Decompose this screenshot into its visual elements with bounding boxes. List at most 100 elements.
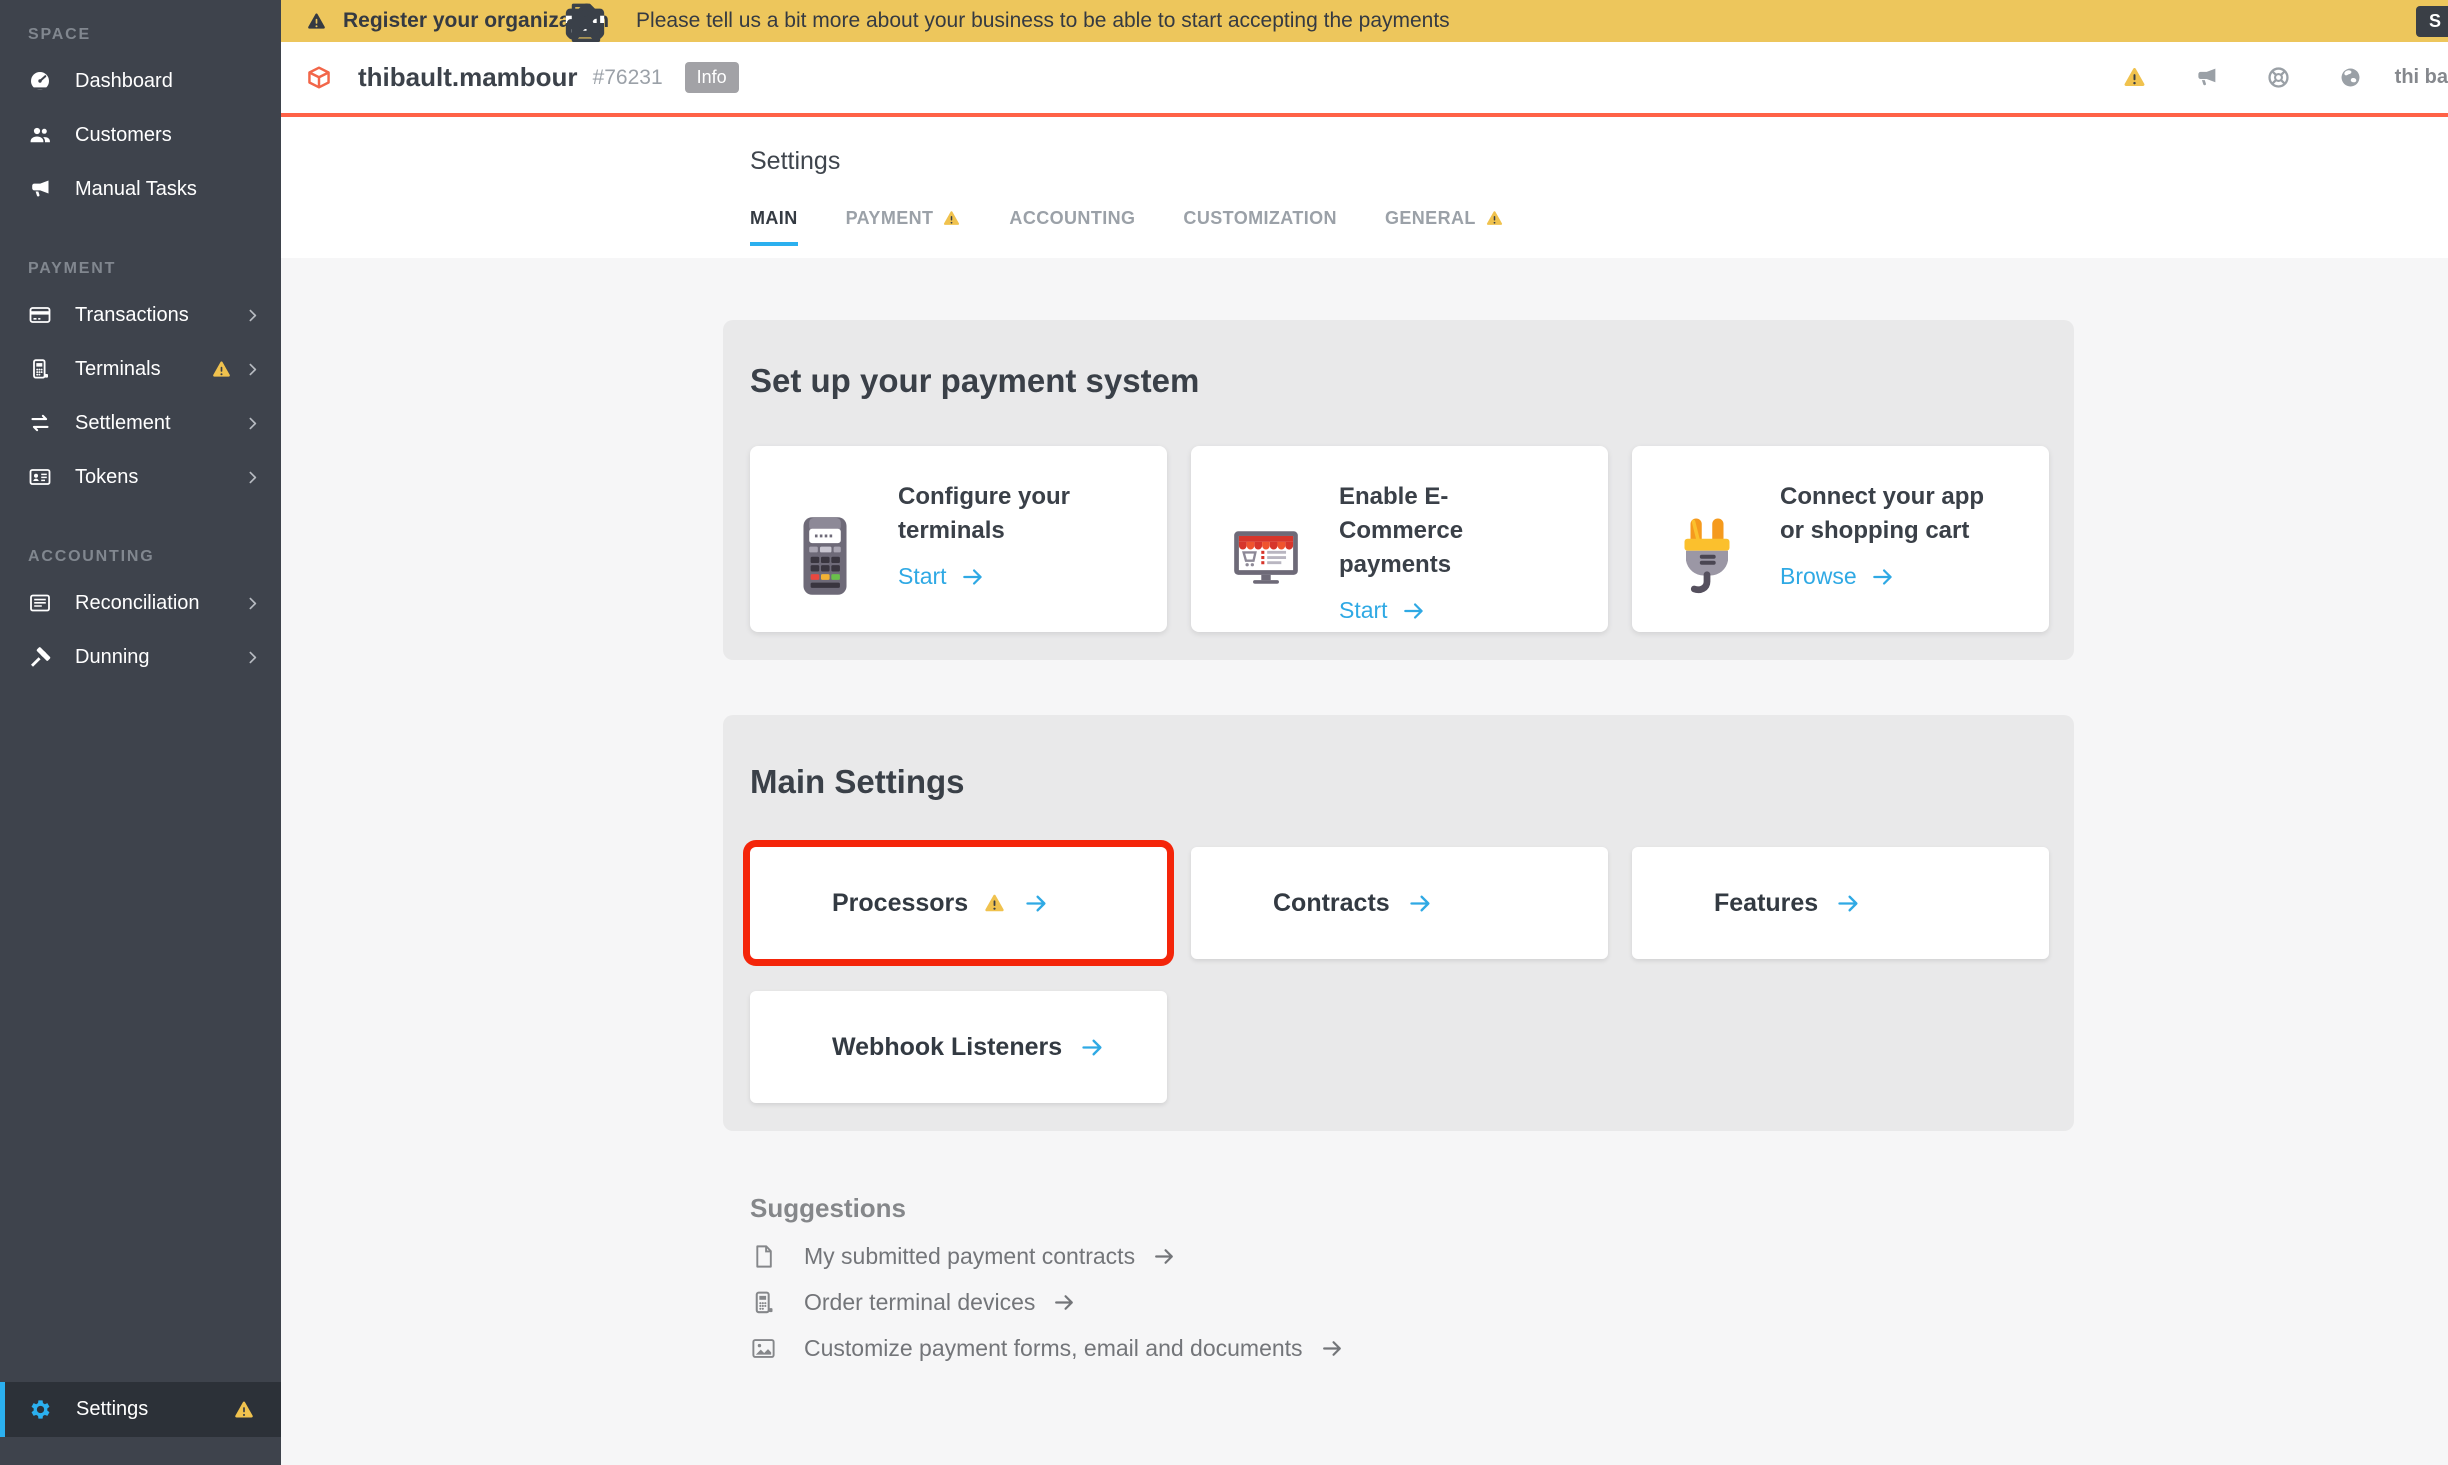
suggestion-order-terminals[interactable]: Order terminal devices	[750, 1289, 2448, 1316]
sidebar-item-reconciliation[interactable]: Reconciliation	[0, 576, 281, 630]
megaphone-icon[interactable]	[2194, 65, 2219, 90]
chevron-right-icon	[244, 361, 261, 378]
sidebar-item-terminals[interactable]: Terminals	[0, 342, 281, 396]
shop-monitor-illustration	[1233, 480, 1299, 632]
webhook-icon	[562, 0, 608, 46]
sidebar-item-customers[interactable]: Customers	[0, 108, 281, 162]
sidebar-section-accounting: ACCOUNTING	[28, 548, 281, 566]
arrow-right-icon	[1079, 1034, 1106, 1061]
sidebar-item-settings[interactable]: Settings	[0, 1382, 281, 1437]
page-content: Set up your payment system Configure you…	[281, 258, 2448, 1362]
sidebar-section-payment: PAYMENT	[28, 260, 281, 278]
card-processors[interactable]: Processors	[750, 847, 1167, 959]
card-title: Configure your terminals	[898, 480, 1128, 548]
sidebar-item-manual-tasks[interactable]: Manual Tasks	[0, 162, 281, 216]
sidebar-item-settlement[interactable]: Settlement	[0, 396, 281, 450]
link-label: Start	[898, 563, 947, 590]
arrow-right-icon	[960, 564, 986, 590]
card-connect-app[interactable]: Connect your app or shopping cart Browse	[1632, 446, 2049, 632]
terminal-icon	[750, 1289, 777, 1316]
card-webhook-listeners[interactable]: Webhook Listeners	[750, 991, 1167, 1103]
app-header: thibault.mambour #76231 Info thi ba	[281, 42, 2448, 113]
info-badge[interactable]: Info	[685, 62, 739, 93]
card-enable-ecommerce[interactable]: Enable E-Commerce payments Start	[1191, 446, 1608, 632]
warning-icon[interactable]	[2122, 65, 2147, 90]
warning-icon	[306, 11, 327, 32]
sidebar-item-transactions[interactable]: Transactions	[0, 288, 281, 342]
warning-icon	[211, 359, 232, 380]
sidebar: SPACE Dashboard Customers Manual Tasks P…	[0, 0, 281, 1465]
warning-icon	[942, 209, 961, 228]
gavel-icon	[28, 645, 52, 669]
card-label: Features	[1714, 889, 1818, 918]
main-settings-panel: Main Settings Processors Contracts Featu…	[723, 715, 2074, 1131]
people-icon	[28, 123, 52, 147]
chevron-right-icon	[244, 595, 261, 612]
link-label: Browse	[1780, 563, 1857, 590]
transfer-arrows-icon	[28, 411, 52, 435]
power-plug-illustration	[1674, 480, 1740, 632]
tab-general[interactable]: GENERAL	[1385, 208, 1504, 246]
card-label: Webhook Listeners	[832, 1033, 1062, 1062]
banner-start-button[interactable]: S	[2416, 6, 2448, 37]
chevron-right-icon	[244, 307, 261, 324]
credit-card-icon	[28, 303, 52, 327]
tab-main[interactable]: MAIN	[750, 208, 798, 246]
settings-tabs: MAIN PAYMENT ACCOUNTING CUSTOMIZATION GE…	[750, 208, 2448, 246]
arrow-right-icon	[1407, 890, 1434, 917]
suggestion-label: My submitted payment contracts	[804, 1243, 1135, 1270]
gauge-icon	[28, 69, 52, 93]
sidebar-item-label: Settlement	[75, 412, 171, 435]
card-label: Processors	[832, 889, 968, 918]
chevron-right-icon	[244, 649, 261, 666]
section-title: Main Settings	[750, 763, 2074, 801]
sidebar-item-label: Transactions	[75, 304, 189, 327]
tab-payment[interactable]: PAYMENT	[846, 208, 962, 246]
sidebar-item-label: Dashboard	[75, 70, 173, 93]
account-id: #76231	[593, 66, 663, 90]
sidebar-item-dunning[interactable]: Dunning	[0, 630, 281, 684]
warning-icon	[233, 1399, 255, 1421]
arrow-right-icon	[1870, 564, 1896, 590]
banner-message: Please tell us a bit more about your bus…	[636, 9, 1450, 33]
card-configure-terminals[interactable]: Configure your terminals Start	[750, 446, 1167, 632]
tab-label: CUSTOMIZATION	[1183, 208, 1337, 229]
sidebar-item-dashboard[interactable]: Dashboard	[0, 54, 281, 108]
page-icon	[750, 1243, 777, 1270]
sidebar-item-label: Terminals	[75, 358, 161, 381]
suggestion-submitted-contracts[interactable]: My submitted payment contracts	[750, 1243, 2448, 1270]
arrow-right-icon	[1023, 890, 1050, 917]
card-features[interactable]: Features	[1632, 847, 2049, 959]
globe-icon[interactable]	[2338, 65, 2363, 90]
user-label[interactable]: thi ba	[2395, 66, 2448, 89]
lifebuoy-icon[interactable]	[2266, 65, 2291, 90]
browse-link[interactable]: Browse	[1780, 563, 2010, 590]
page-title: Settings	[750, 147, 2448, 176]
arrow-right-icon	[1052, 1290, 1077, 1315]
suggestion-customize-forms[interactable]: Customize payment forms, email and docum…	[750, 1335, 2448, 1362]
main-area: Register your organization Please tell u…	[281, 0, 2448, 1465]
tab-label: ACCOUNTING	[1009, 208, 1135, 229]
pos-terminal-illustration	[792, 480, 858, 632]
suggestion-label: Customize payment forms, email and docum…	[804, 1335, 1303, 1362]
tab-customization[interactable]: CUSTOMIZATION	[1183, 208, 1337, 246]
sidebar-item-tokens[interactable]: Tokens	[0, 450, 281, 504]
card-label: Contracts	[1273, 889, 1390, 918]
warning-icon	[1485, 209, 1504, 228]
setup-payment-panel: Set up your payment system Configure you…	[723, 320, 2074, 660]
start-link[interactable]: Start	[898, 563, 1128, 590]
card-contracts[interactable]: Contracts	[1191, 847, 1608, 959]
card-title: Connect your app or shopping cart	[1780, 480, 2010, 548]
chevron-right-icon	[244, 415, 261, 432]
arrow-right-icon	[1401, 598, 1427, 624]
warning-icon	[983, 892, 1006, 915]
list-icon	[28, 591, 52, 615]
link-label: Start	[1339, 597, 1388, 624]
sidebar-item-label: Settings	[76, 1398, 148, 1421]
tab-label: PAYMENT	[846, 208, 934, 229]
tab-accounting[interactable]: ACCOUNTING	[1009, 208, 1135, 246]
suggestions-title: Suggestions	[750, 1193, 2448, 1224]
tab-label: MAIN	[750, 208, 798, 229]
start-link[interactable]: Start	[1339, 597, 1569, 624]
suggestion-label: Order terminal devices	[804, 1289, 1035, 1316]
